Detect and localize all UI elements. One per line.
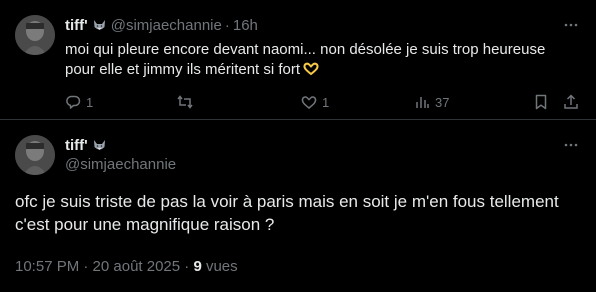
heart-icon — [301, 96, 317, 109]
analytics-icon — [416, 97, 429, 108]
share-icon — [564, 94, 578, 109]
post-time[interactable]: 16h — [233, 17, 258, 34]
views-button[interactable]: 37 — [413, 92, 449, 112]
avatar[interactable] — [15, 15, 55, 55]
reply-icon — [66, 95, 81, 109]
more-options-icon[interactable] — [562, 136, 580, 154]
tweet-timestamp[interactable]: 10:57 PM · 20 août 2025 · — [15, 258, 193, 275]
tweet-header: tiff' @simjaechannie · 16h — [65, 15, 258, 35]
bookmark-icon — [535, 94, 547, 110]
heart-hands-emoji-icon — [303, 62, 319, 76]
separator-dot: · — [224, 16, 230, 34]
reply-button[interactable]: 1 — [64, 92, 93, 112]
like-count: 1 — [322, 94, 330, 110]
tweet-text: moi qui pleure encore devant naomi... no… — [65, 40, 575, 80]
wolf-emoji-icon — [92, 138, 107, 153]
views-label: vues — [201, 258, 238, 275]
main-tweet-author: tiff' @simjaechannie — [65, 135, 176, 174]
views-count: 37 — [435, 94, 450, 110]
tweet-meta: 10:57 PM · 20 août 2025 · 9 vues — [15, 258, 238, 275]
author-handle[interactable]: @simjaechannie — [65, 156, 176, 173]
author-handle[interactable]: @simjaechannie — [111, 17, 222, 34]
share-button[interactable] — [562, 92, 580, 112]
retweet-icon — [177, 95, 193, 109]
main-tweet-text: ofc je suis triste de pas la voir à pari… — [15, 192, 559, 234]
author-name[interactable]: tiff' — [65, 17, 88, 34]
avatar[interactable] — [15, 135, 55, 175]
retweet-button[interactable] — [176, 92, 198, 112]
author-name[interactable]: tiff' — [65, 137, 88, 154]
more-options-icon[interactable] — [562, 16, 580, 34]
bookmark-button[interactable] — [532, 92, 550, 112]
tweet-actions: 1 1 37 — [64, 92, 584, 112]
wolf-emoji-icon — [92, 18, 107, 33]
like-button[interactable]: 1 — [300, 92, 329, 112]
views-number: 9 — [193, 258, 202, 275]
reply-count: 1 — [86, 94, 94, 110]
reply-tweet[interactable]: tiff' @simjaechannie · 16h moi qui pleur… — [0, 0, 596, 120]
